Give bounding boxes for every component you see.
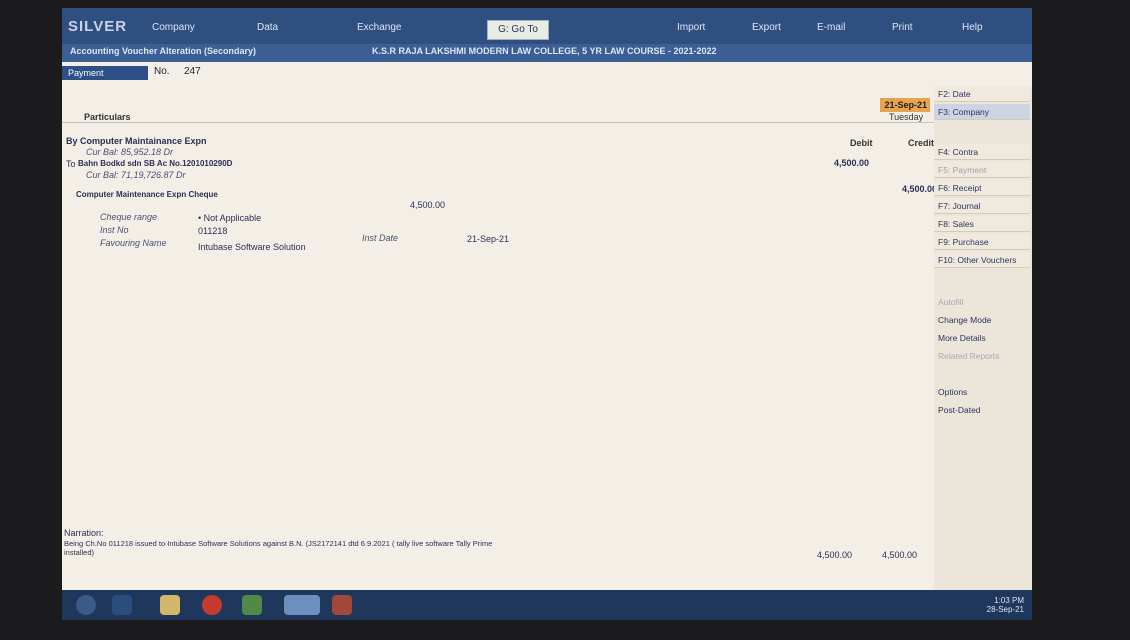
more-details-link[interactable]: More Details xyxy=(934,330,1030,346)
post-dated-link[interactable]: Post-Dated xyxy=(934,402,1030,418)
media-icon[interactable] xyxy=(242,595,262,615)
by-cur-bal: Cur Bal: 85,952.18 Dr xyxy=(86,147,174,157)
right-button-panel: F2: Date F3: Company F4: Contra F5: Paym… xyxy=(934,86,1032,606)
change-mode-link[interactable]: Change Mode xyxy=(934,312,1030,328)
clock-time: 1:03 PM xyxy=(994,596,1024,605)
menu-data[interactable]: Data xyxy=(257,22,278,33)
favouring-name-value[interactable]: Intubase Software Solution xyxy=(198,242,306,252)
file-explorer-icon[interactable] xyxy=(160,595,180,615)
menu-help[interactable]: Help xyxy=(962,22,983,33)
menu-import[interactable]: Import xyxy=(677,22,705,33)
f8-sales-button[interactable]: F8: Sales xyxy=(934,216,1030,232)
screen-title: Accounting Voucher Alteration (Secondary… xyxy=(70,46,257,56)
to-ledger[interactable]: Bahn Bodkd sdn SB Ac No.1201010290D xyxy=(78,159,232,168)
ie-icon[interactable] xyxy=(112,595,132,615)
total-debit: 4,500.00 xyxy=(817,550,853,560)
narration-label: Narration: xyxy=(64,528,104,538)
options-link[interactable]: Options xyxy=(934,384,1030,400)
start-orb-icon[interactable] xyxy=(76,595,96,615)
menu-exchange[interactable]: Exchange xyxy=(357,22,401,33)
system-clock[interactable]: 1:03 PM 28-Sep-21 xyxy=(987,596,1024,614)
by-ledger[interactable]: Computer Maintainance Expn xyxy=(80,136,207,146)
tally-window: SILVER Company Data Exchange G: Go To Im… xyxy=(62,8,1032,620)
col-particulars: Particulars xyxy=(84,112,131,122)
voucher-no-label: No. xyxy=(154,66,170,77)
header-divider xyxy=(62,122,942,123)
f3-company-button[interactable]: F3: Company xyxy=(934,104,1030,120)
f10-other-vouchers-button[interactable]: F10: Other Vouchers xyxy=(934,252,1030,268)
favouring-name-label: Favouring Name xyxy=(100,238,167,248)
voucher-date[interactable]: 21-Sep-21 xyxy=(880,98,930,112)
top-menu-bar: SILVER Company Data Exchange G: Go To Im… xyxy=(62,8,1032,44)
to-cur-bal: Cur Bal: 71,19,726.87 Dr xyxy=(86,170,186,180)
inst-date-label: Inst Date xyxy=(362,233,399,243)
voucher-title-bar: Accounting Voucher Alteration (Secondary… xyxy=(62,44,1032,62)
clock-date: 28-Sep-21 xyxy=(986,605,1024,614)
autofill-link[interactable]: Autofill xyxy=(934,294,1030,310)
menu-print[interactable]: Print xyxy=(892,22,913,33)
f5-payment-button[interactable]: F5: Payment xyxy=(934,162,1030,178)
narration-area: Narration: Being Ch.No 011218 issued to … xyxy=(62,528,932,588)
menu-company[interactable]: Company xyxy=(152,22,195,33)
allocation-amount[interactable]: 4,500.00 xyxy=(410,200,445,210)
f2-date-button[interactable]: F2: Date xyxy=(934,86,1030,102)
total-credit: 4,500.00 xyxy=(882,550,918,560)
cheque-range-label: Cheque range xyxy=(100,212,158,222)
brand-logo: SILVER xyxy=(68,18,128,35)
menu-email[interactable]: E-mail xyxy=(817,22,845,33)
related-reports-link[interactable]: Related Reports xyxy=(934,348,1030,364)
chrome-icon[interactable] xyxy=(202,595,222,615)
company-name: K.S.R RAJA LAKSHMI MODERN LAW COLLEGE, 5… xyxy=(372,46,717,56)
f9-purchase-button[interactable]: F9: Purchase xyxy=(934,234,1030,250)
windows-taskbar: 1:03 PM 28-Sep-21 xyxy=(62,590,1032,620)
goto-button[interactable]: G: Go To xyxy=(487,20,549,40)
by-prefix: By xyxy=(66,136,78,146)
col-credit: Credit xyxy=(908,138,935,148)
debit-amount[interactable]: 4,500.00 xyxy=(834,158,869,168)
col-debit: Debit xyxy=(850,138,873,148)
cheque-range-value[interactable]: • Not Applicable xyxy=(198,213,261,223)
inst-no-label: Inst No xyxy=(100,225,129,235)
tally-taskbar-icon[interactable] xyxy=(284,595,320,615)
voucher-number[interactable]: 247 xyxy=(184,66,201,77)
inst-date-value[interactable]: 21-Sep-21 xyxy=(467,234,509,244)
f7-journal-button[interactable]: F7: Journal xyxy=(934,198,1030,214)
credit-amount[interactable]: 4,500.00 xyxy=(902,184,937,194)
voucher-type[interactable]: Payment xyxy=(62,66,148,80)
to-prefix: To xyxy=(66,159,76,169)
app-icon[interactable] xyxy=(332,595,352,615)
inst-no-value[interactable]: 011218 xyxy=(198,226,227,236)
menu-export[interactable]: Export xyxy=(752,22,781,33)
narration-text[interactable]: Being Ch.No 011218 issued to Intubase So… xyxy=(64,539,504,557)
allocation-label: Computer Maintenance Expn Cheque xyxy=(76,190,218,199)
f6-receipt-button[interactable]: F6: Receipt xyxy=(934,180,1030,196)
f4-contra-button[interactable]: F4: Contra xyxy=(934,144,1030,160)
voucher-day: Tuesday xyxy=(889,112,924,122)
